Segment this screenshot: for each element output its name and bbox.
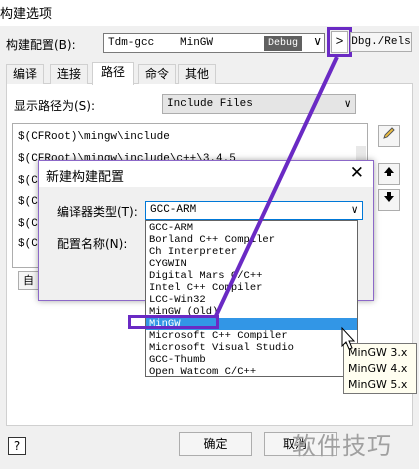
config-name: Tdm-gcc [108, 37, 155, 49]
edit-button[interactable] [378, 125, 400, 147]
compiler-type-select[interactable]: GCC-ARM ∨ [145, 201, 363, 220]
dropdown-option[interactable]: CYGWIN [146, 258, 357, 270]
config-compiler: MinGW [180, 37, 214, 49]
dropdown-option[interactable]: Borland C++ Compiler [146, 234, 357, 246]
dropdown-option[interactable]: Open Watcom C/C++ [146, 366, 357, 378]
tab-commands[interactable]: 命令 [138, 64, 176, 84]
build-config-select[interactable]: Tdm-gcc MinGW Debug ∨ [103, 33, 325, 53]
move-down-button[interactable] [378, 189, 400, 211]
dropdown-option[interactable]: LCC-Win32 [146, 294, 357, 306]
tooltip-line: MinGW 5.x [348, 378, 408, 391]
dropdown-option[interactable]: Intel C++ Compiler [146, 282, 357, 294]
dropdown-option[interactable]: Digital Mars C/C++ [146, 270, 357, 282]
debug-release-button[interactable]: Dbg./Rels [350, 32, 412, 52]
dropdown-option[interactable]: GCC-Thumb [146, 354, 357, 366]
tab-paths[interactable]: 路径 [92, 62, 134, 85]
title-bar: 构建选项 [0, 0, 419, 26]
tooltip-line: MinGW 3.x [348, 346, 408, 359]
tab-compile[interactable]: 编译 [6, 64, 44, 84]
dropdown-option[interactable]: Ch Interpreter [146, 246, 357, 258]
tab-link[interactable]: 连接 [50, 64, 88, 84]
annotation-selection-box [128, 315, 219, 329]
show-paths-label: 显示路径为(S): [14, 99, 96, 113]
chevron-down-icon: ∨ [344, 99, 351, 111]
dialog-title-bar: 新建构建配置 ✕ [38, 160, 374, 187]
close-icon[interactable]: ✕ [350, 163, 364, 183]
dialog-title: 新建构建配置 [46, 170, 125, 185]
path-type-value: Include Files [167, 98, 253, 110]
config-badge: Debug [264, 36, 303, 51]
dropdown-option[interactable]: GCC-ARM [146, 222, 357, 234]
watermark: 软件技巧 [292, 432, 392, 460]
compiler-dropdown-list[interactable]: GCC-ARM Borland C++ Compiler Ch Interpre… [145, 220, 358, 378]
tab-other[interactable]: 其他 [178, 64, 216, 84]
tooltip-line: MinGW 4.x [348, 362, 408, 375]
compiler-type-label: 编译器类型(T): [57, 205, 138, 219]
pencil-icon [383, 127, 395, 139]
ok-button[interactable]: 确定 [179, 432, 252, 456]
config-name-label: 配置名称(N): [57, 237, 128, 251]
arrow-down-icon [384, 192, 394, 202]
chevron-down-icon: ∨ [351, 205, 358, 217]
dropdown-option[interactable]: Microsoft C++ Compiler [146, 330, 357, 342]
chevron-down-icon: ∨ [313, 34, 322, 48]
dropdown-option[interactable]: Microsoft Visual Studio [146, 342, 357, 354]
arrow-up-icon [384, 167, 394, 176]
list-item[interactable]: $(CFRoot)\mingw\include [18, 131, 170, 143]
annotation-highlight-box [327, 27, 352, 57]
compiler-type-value: GCC-ARM [150, 204, 197, 216]
build-config-label: 构建配置(B): [6, 38, 76, 52]
tooltip: MinGW 3.x MinGW 4.x MinGW 5.x [343, 343, 417, 394]
move-up-button[interactable] [378, 163, 400, 185]
help-button[interactable]: ? [8, 437, 26, 455]
window-title: 构建选项 [0, 7, 53, 22]
path-type-select[interactable]: Include Files ∨ [162, 94, 356, 114]
